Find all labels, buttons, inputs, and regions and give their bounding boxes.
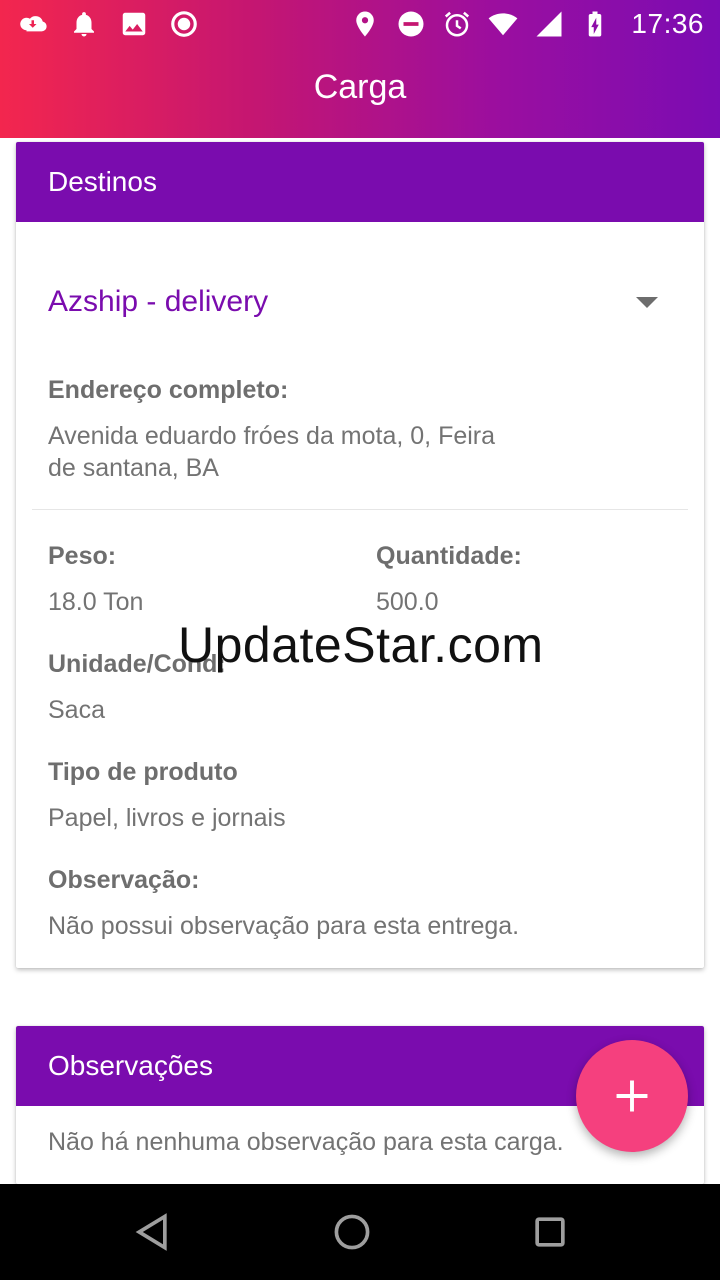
observacao-value: Não possui observação para esta entrega. bbox=[48, 912, 520, 940]
recents-button[interactable] bbox=[524, 1206, 576, 1258]
destination-dropdown-value: Azship - delivery bbox=[48, 285, 269, 318]
destination-dropdown[interactable]: Azship - delivery bbox=[48, 282, 658, 322]
peso-value: 18.0 Ton bbox=[48, 588, 144, 616]
recents-square-icon bbox=[535, 1217, 565, 1247]
wifi-icon bbox=[487, 8, 519, 40]
app-bar-background: 17:36 Carga bbox=[0, 0, 720, 138]
plus-icon bbox=[616, 1080, 648, 1112]
status-clock: 17:36 bbox=[631, 8, 704, 39]
record-icon bbox=[168, 8, 200, 40]
address-label: Endereço completo: bbox=[48, 376, 289, 404]
add-button[interactable] bbox=[576, 1040, 688, 1152]
status-left-icons bbox=[18, 8, 200, 40]
back-button[interactable] bbox=[126, 1206, 178, 1258]
tipo-produto-label: Tipo de produto bbox=[48, 758, 238, 786]
navigation-bar bbox=[0, 1184, 720, 1280]
divider bbox=[32, 509, 688, 510]
address-value-line2: de santana, BA bbox=[48, 454, 219, 482]
signal-icon bbox=[533, 8, 565, 40]
alarm-icon bbox=[441, 8, 473, 40]
status-right-icons: 17:36 bbox=[349, 8, 704, 40]
observacao-label: Observação: bbox=[48, 866, 200, 894]
peso-label: Peso: bbox=[48, 542, 117, 570]
do-not-disturb-icon bbox=[395, 8, 427, 40]
watermark: UpdateStar.com bbox=[178, 617, 544, 673]
home-circle-icon bbox=[334, 1214, 370, 1250]
chevron-down-icon[interactable] bbox=[636, 296, 658, 308]
destinos-card-header: Destinos bbox=[16, 142, 704, 222]
quantidade-label: Quantidade: bbox=[376, 542, 522, 570]
home-button[interactable] bbox=[326, 1206, 378, 1258]
status-bar: 17:36 bbox=[0, 0, 720, 50]
bell-icon bbox=[68, 8, 100, 40]
unidade-value: Saca bbox=[48, 696, 105, 724]
battery-charging-icon bbox=[579, 8, 611, 40]
page-title: Carga bbox=[313, 68, 407, 106]
back-triangle-icon bbox=[135, 1213, 167, 1251]
tipo-produto-value: Papel, livros e jornais bbox=[48, 804, 286, 832]
address-value-line1: Avenida eduardo fróes da mota, 0, Feira bbox=[48, 422, 496, 450]
cloud-sync-icon bbox=[18, 8, 50, 40]
quantidade-value: 500.0 bbox=[376, 588, 439, 616]
observacoes-text: Não há nenhuma observação para esta carg… bbox=[48, 1128, 564, 1156]
location-icon bbox=[349, 8, 381, 40]
image-icon bbox=[118, 8, 150, 40]
destinos-card: Destinos Azship - delivery Endereço comp… bbox=[16, 142, 704, 968]
